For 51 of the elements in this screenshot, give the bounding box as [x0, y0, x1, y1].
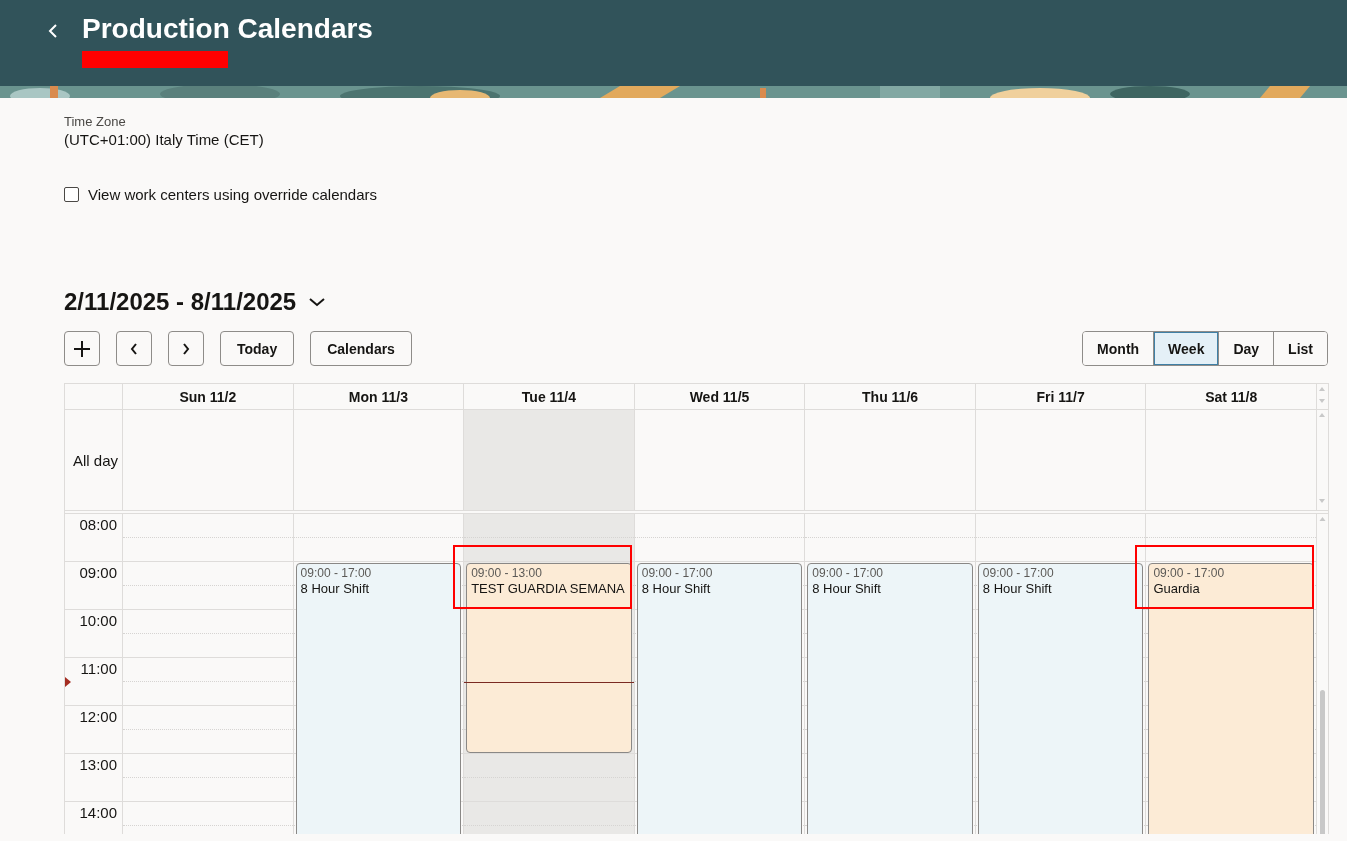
chevron-left-icon — [130, 342, 138, 355]
calendar-event[interactable]: 09:00 - 17:00 8 Hour Shift — [295, 563, 462, 834]
hour-label: 14:00 — [79, 804, 117, 822]
add-button[interactable] — [64, 331, 100, 366]
day-header: Mon 11/3 — [293, 384, 465, 409]
time-zone-value: (UTC+01:00) Italy Time (CET) — [64, 130, 265, 150]
event-title: 8 Hour Shift — [982, 580, 1052, 598]
event-title: Guardia — [1153, 580, 1200, 598]
calendar-event[interactable]: 09:00 - 17:00 8 Hour Shift — [807, 563, 973, 834]
calendar-event[interactable]: 09:00 - 17:00 8 Hour Shift — [977, 563, 1144, 834]
calendar-event[interactable]: 09:00 - 17:00 Guardia — [1148, 563, 1314, 834]
chevron-right-icon — [182, 342, 190, 355]
hour-label: 10:00 — [79, 612, 117, 630]
hour-label: 12:00 — [79, 708, 117, 726]
view-tab[interactable]: List — [1273, 332, 1327, 365]
day-header: Wed 11/5 — [634, 384, 806, 409]
checkbox[interactable] — [64, 187, 79, 202]
chevron-down-icon[interactable] — [308, 297, 327, 307]
event-title: 8 Hour Shift — [641, 580, 711, 598]
event-time: 09:00 - 17:00 — [300, 566, 372, 580]
event-title: 8 Hour Shift — [812, 580, 881, 598]
checkbox-label: View work centers using override calendars — [88, 186, 378, 203]
hour-label: 11:00 — [80, 660, 117, 678]
toolbar-button[interactable]: Calendars — [310, 331, 412, 366]
time-zone-label: Time Zone — [64, 114, 127, 130]
day-header: Sat 11/8 — [1146, 384, 1317, 409]
page-title: Production Calendars — [82, 13, 373, 45]
event-time: 09:00 - 17:00 — [982, 566, 1054, 580]
event-title: 8 Hour Shift — [300, 580, 370, 598]
next-button[interactable] — [168, 331, 204, 366]
back-icon — [48, 23, 58, 39]
all-day-label: All day — [72, 451, 118, 469]
day-header: Tue 11/4 — [464, 384, 635, 409]
plus-icon — [73, 339, 91, 358]
calendar-event[interactable]: 09:00 - 17:00 8 Hour Shift — [636, 563, 803, 834]
day-header: Sun 11/2 — [123, 384, 294, 409]
day-header: Thu 11/6 — [805, 384, 976, 409]
event-title: TEST GUARDIA SEMANA — [471, 580, 625, 598]
day-header: Fri 11/7 — [975, 384, 1147, 409]
event-time: 09:00 - 13:00 — [471, 566, 542, 580]
event-time: 09:00 - 17:00 — [812, 566, 883, 580]
date-range: 2/11/2025 - 8/11/2025 — [64, 288, 297, 316]
view-tab[interactable]: Week — [1153, 332, 1219, 365]
previous-button[interactable] — [116, 331, 152, 366]
hour-label: 09:00 — [79, 564, 117, 582]
event-time: 09:00 - 17:00 — [641, 566, 713, 580]
hour-label: 08:00 — [79, 516, 117, 534]
toolbar-button[interactable]: Today — [220, 331, 295, 366]
calendar-event[interactable]: 09:00 - 13:00 TEST GUARDIA SEMANA — [466, 563, 632, 753]
hour-label: 13:00 — [79, 756, 117, 774]
event-time: 09:00 - 17:00 — [1153, 566, 1225, 580]
